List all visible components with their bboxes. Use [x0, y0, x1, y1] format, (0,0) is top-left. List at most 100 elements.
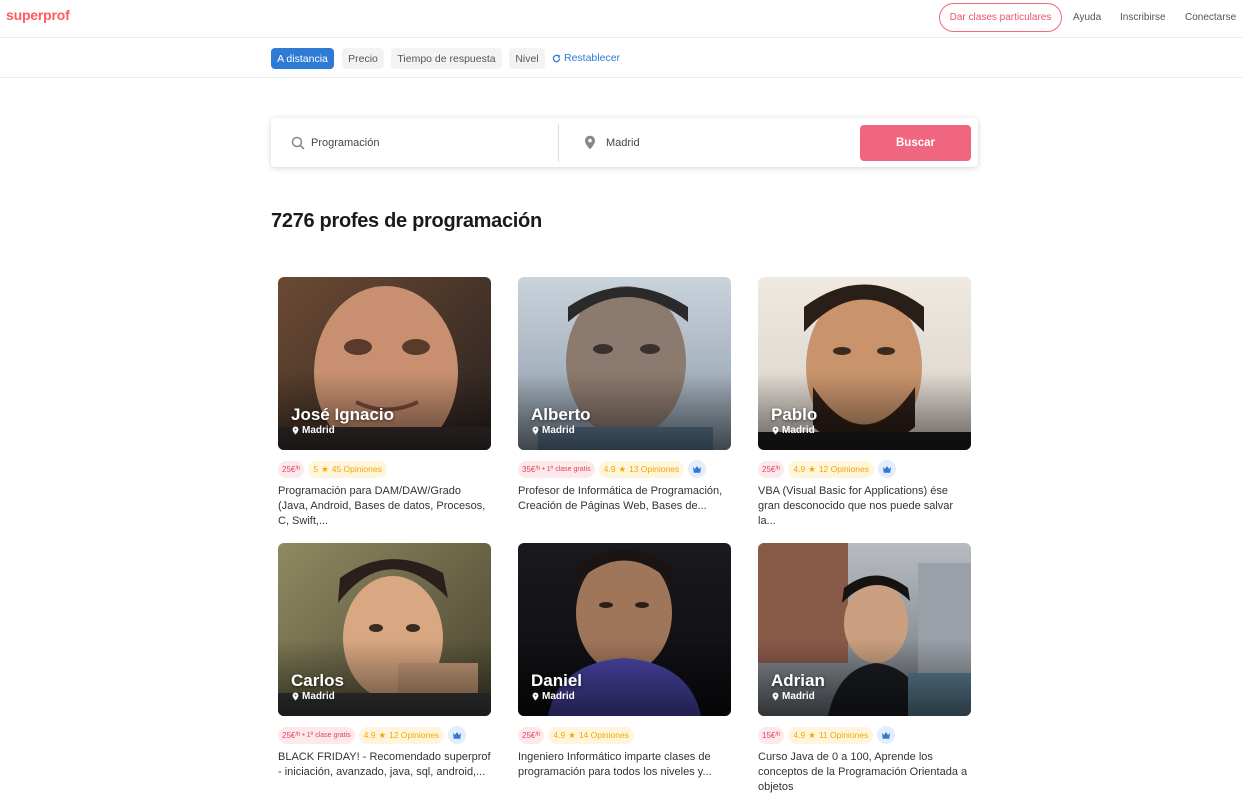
rating-badge: 5 ★ 45 Opiniones: [308, 460, 387, 478]
tutor-card[interactable]: Pablo Madrid 25€/h 4.9 ★ 12 Opiniones VBA …: [758, 277, 971, 527]
tutor-card[interactable]: Adrian Madrid 15€/h 4.9 ★ 11 Opiniones Cur…: [758, 543, 971, 793]
tutor-meta: 25€/h 4.9 ★ 12 Opiniones: [758, 460, 896, 478]
reviews-count: 45 Opiniones: [331, 464, 382, 474]
price-value: 35€: [522, 464, 536, 474]
pin-icon: [292, 426, 299, 435]
location-input[interactable]: Madrid: [606, 137, 640, 149]
verified-badge-icon: [877, 726, 896, 744]
rating-value: 4.9: [793, 730, 806, 740]
tutor-name: Alberto: [531, 405, 591, 424]
location-field[interactable]: Madrid: [584, 118, 844, 167]
tutor-location-label: Madrid: [302, 425, 335, 436]
rating-badge: 4.9 ★ 14 Opiniones: [548, 726, 634, 744]
price-value: 25€: [762, 464, 776, 474]
reset-label: Restablecer: [564, 52, 621, 64]
pin-icon: [772, 426, 779, 435]
rating-value: 4.9: [793, 464, 806, 474]
rating-value: 5: [313, 464, 319, 474]
tutor-location-label: Madrid: [782, 691, 815, 702]
tutor-description: Ingeniero Informático imparte clases de …: [518, 751, 712, 778]
reviews-count: 13 Opiniones: [629, 464, 680, 474]
price-value: 25€: [282, 730, 296, 740]
tutor-location: Madrid: [532, 425, 575, 436]
tutor-meta: 25€/h • 1ª clase gratis 4.9 ★ 12 Opiniones: [278, 726, 467, 744]
search-button[interactable]: Buscar: [860, 125, 971, 161]
price-unit: /h: [535, 732, 541, 738]
search-divider: [558, 124, 559, 162]
location-pin-icon: [585, 135, 595, 150]
rating-badge: 4.9 ★ 12 Opiniones: [788, 460, 874, 478]
tutor-photo[interactable]: José Ignacio Madrid: [278, 277, 491, 450]
tutor-name: Pablo: [771, 405, 818, 424]
price-unit: /h: [775, 732, 781, 738]
filter-level-chip[interactable]: Nivel: [509, 48, 545, 69]
tutor-description: Profesor de Informática de Programación,…: [518, 485, 723, 512]
tutor-location: Madrid: [292, 425, 335, 436]
reviews-count: 11 Opiniones: [818, 730, 869, 740]
superprof-logo[interactable]: superprof: [6, 7, 70, 23]
price-badge: 25€/h: [278, 460, 305, 478]
pin-icon: [772, 692, 779, 701]
reset-filters-link[interactable]: Restablecer: [552, 52, 620, 64]
tutor-location-label: Madrid: [542, 691, 575, 702]
tutor-photo[interactable]: Alberto Madrid: [518, 277, 731, 450]
tutor-meta: 25€/h 4.9 ★ 14 Opiniones: [518, 726, 634, 744]
filter-remote-chip[interactable]: A distancia: [271, 48, 334, 69]
tutor-location-label: Madrid: [542, 425, 575, 436]
tutor-description: VBA (Visual Basic for Applications) ése …: [758, 485, 954, 527]
star-icon: ★: [321, 463, 329, 474]
signup-link[interactable]: Inscribirse: [1120, 12, 1166, 23]
verified-badge-icon: [448, 726, 467, 744]
tutor-name: Daniel: [531, 671, 583, 690]
tutor-description: BLACK FRIDAY! - Recomendado superprof - …: [278, 751, 491, 778]
tutor-description: Programación para DAM/DAW/Grado (Java, A…: [278, 485, 486, 527]
tutor-meta: 25€/h 5 ★ 45 Opiniones: [278, 460, 387, 478]
free-class-label: • 1ª clase gratis: [302, 731, 351, 739]
tutor-location: Madrid: [772, 425, 815, 436]
tutor-location: Madrid: [772, 691, 815, 702]
tutor-description: Curso Java de 0 a 100, Aprende los conce…: [758, 751, 968, 793]
tutor-meta: 15€/h 4.9 ★ 11 Opiniones: [758, 726, 896, 744]
top-navbar: superprof Dar clases particulares Ayuda …: [0, 0, 1243, 38]
price-unit: /h: [535, 466, 541, 472]
verified-badge-icon: [877, 460, 896, 478]
tutor-photo[interactable]: Carlos Madrid: [278, 543, 491, 716]
price-badge: 15€/h: [758, 726, 785, 744]
filter-price-chip[interactable]: Precio: [342, 48, 384, 69]
filter-bar: A distancia Precio Tiempo de respuesta N…: [0, 39, 1243, 78]
star-icon: ★: [618, 463, 627, 474]
tutor-card[interactable]: Carlos Madrid 25€/h • 1ª clase gratis 4.9…: [278, 543, 491, 778]
pin-icon: [532, 426, 539, 435]
filter-response-time-chip[interactable]: Tiempo de respuesta: [391, 48, 502, 69]
price-unit: /h: [295, 732, 301, 738]
give-classes-button[interactable]: Dar clases particulares: [939, 3, 1062, 32]
tutor-meta: 35€/h • 1ª clase gratis 4.9 ★ 13 Opiniones: [518, 460, 707, 478]
tutor-photo[interactable]: Adrian Madrid: [758, 543, 971, 716]
star-icon: ★: [378, 729, 387, 740]
tutor-name: José Ignacio: [291, 405, 394, 424]
rating-value: 4.9: [603, 464, 616, 474]
tutor-name: Carlos: [291, 671, 344, 690]
price-badge: 25€/h: [758, 460, 785, 478]
tutor-photo[interactable]: Daniel Madrid: [518, 543, 731, 716]
subject-field[interactable]: Programación: [291, 118, 551, 167]
refresh-icon: [552, 54, 561, 62]
star-icon: ★: [808, 463, 816, 474]
reviews-count: 12 Opiniones: [389, 730, 440, 740]
tutor-photo[interactable]: Pablo Madrid: [758, 277, 971, 450]
price-value: 25€: [282, 464, 296, 474]
star-icon: ★: [808, 729, 816, 740]
login-link[interactable]: Conectarse: [1185, 12, 1236, 23]
search-icon: [291, 136, 305, 150]
price-unit: /h: [295, 466, 301, 472]
tutor-card[interactable]: Daniel Madrid 25€/h 4.9 ★ 14 Opiniones Ing…: [518, 543, 731, 778]
price-unit: /h: [775, 466, 781, 472]
price-value: 15€: [762, 730, 776, 740]
rating-value: 4.9: [553, 730, 566, 740]
tutor-card[interactable]: Alberto Madrid 35€/h • 1ª clase gratis 4.…: [518, 277, 731, 512]
tutor-card[interactable]: José Ignacio Madrid 25€/h 5 ★ 45 Opiniones…: [278, 277, 491, 527]
help-link[interactable]: Ayuda: [1073, 12, 1101, 23]
rating-value: 4.9: [363, 730, 376, 740]
star-icon: ★: [568, 729, 576, 740]
subject-input[interactable]: Programación: [311, 137, 379, 149]
